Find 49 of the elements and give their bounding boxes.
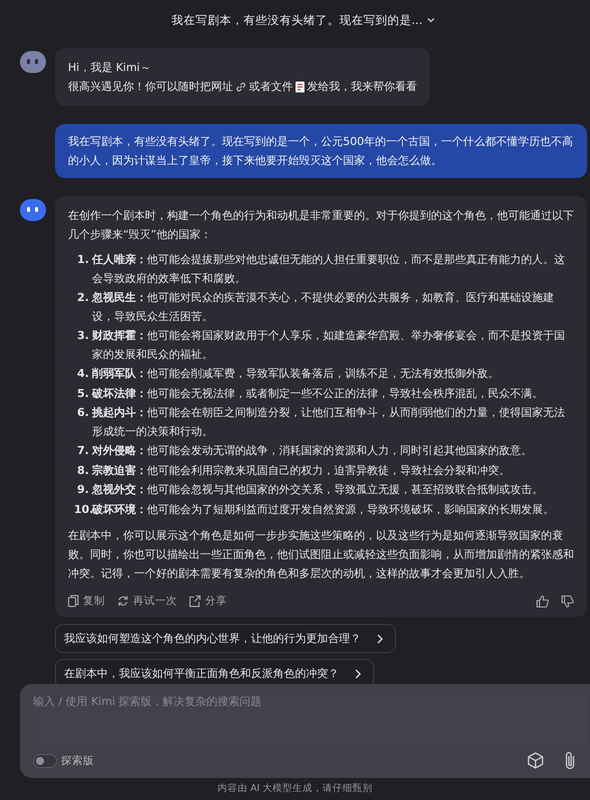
step-text: 忽视民生：他可能对民众的疾苦漠不关心，不提供必要的公共服务，如教育、医疗和基础设施建设，导致民众生活困苦。 [92,290,555,324]
user-message: 我在写剧本，有些没有头绪了。现在写到的是一个，公元500年的一个古国，一个什么都不懂学历也不高的小人，因为计谋当上了皇帝，接下来他要开始毁灭这个国家，他会怎么做。 [55,124,587,178]
action-button[interactable]: 复制 [68,594,105,608]
step-number: 3. [76,328,89,344]
step-text: 削弱军队：他可能会削减军费，导致军队装备落后，训练不足，无法有效抵御外敌。 [92,366,499,382]
document-icon [295,80,305,92]
action-button[interactable]: 再试一次 [117,594,177,608]
cube-icon[interactable] [527,752,544,769]
suggestion-chip[interactable]: 我应该如何塑造这个角色的内心世界，让他的行为更加合理？ [55,624,396,653]
share-icon [189,595,201,607]
step-text: 任人唯亲：他可能会提拔那些对他忠诚但无能的人担任重要职位，而不是那些真正有能力的人。这会导致政府的效率低下和腐败。 [92,252,566,286]
answer-text: 在创作一个剧本时，构建一个角色的行为和动机是非常重要的。对于你提到的这个角色，他可能通过以下几个步骤来“毁灭”他的国家： [68,208,574,243]
step-text: 财政挥霍：他可能会将国家财政用于个人享乐，如建造豪华宫殿、举办奢侈宴会，而不是投资于国家的发展和民众的福祉。 [92,328,566,362]
greeting-text: Hi，我是 Kimi～ [68,60,152,76]
greeting-text: 发给我，我来帮你看看 [307,79,417,95]
disclaimer-text: 内容由 AI 大模型生成，请仔细甄别 [216,782,374,795]
step-text: 破坏法律：他可能会无视法律，或者制定一些不公正的法律，导致社会秩序混乱，民众不满。 [92,386,543,402]
step-text: 对外侵略：他可能会发动无谓的战争，消耗国家的资源和人力，同时引起其他国家的敌意。 [92,443,532,459]
thumbs-down-icon[interactable] [561,594,574,608]
step-text: 破坏环境：他可能会为了短期利益而过度开发自然资源，导致环境破坏，影响国家的长期发展。 [92,502,554,518]
conversation-title[interactable]: 我在写剧本，有些没有头绪了。现在写到的是... [172,12,422,28]
step-number: 6. [76,405,89,421]
step-text: 忽视外交：他可能会忽视与其他国家的外交关系，导致孤立无援，甚至招致联合抵制或攻击。 [92,482,543,498]
step-number: 4. [76,366,89,382]
chevron-down-icon[interactable] [427,17,436,23]
retry-icon [117,595,129,607]
step-text: 宗教迫害：他可能会利用宗教来巩固自己的权力，迫害异教徒，导致社会分裂和冲突。 [92,462,510,478]
action-button[interactable]: 分享 [189,594,227,608]
paperclip-icon[interactable] [564,751,576,770]
explore-toggle[interactable] [33,754,57,768]
copy-icon [68,595,79,607]
step-number: 7. [76,443,89,459]
explore-label: 探索版 [61,754,94,768]
link-icon [235,80,247,92]
greeting-text: 很高兴遇见你！你可以随时把网址 [68,79,233,95]
bot-avatar-icon [20,199,46,221]
step-number: 8. [76,462,89,478]
step-number: 5. [76,386,89,402]
chevron-right-icon [377,634,383,644]
step-text: 挑起内斗：他可能会在朝臣之间制造分裂，让他们互相争斗，从而削弱他们的力量，使得国家无法形成统一的决策和行动。 [92,405,566,440]
step-number: 2. [76,290,89,306]
answer-text: 在剧本中，你可以展示这个角色是如何一步步实施这些策略的，以及这些行为是如何逐渐导致国家的衰败。同时，你也可以描绘出一些正面角色，他们试图阻止或减轻这些负面影响，从而增加剧情的紧张感和冲突。记得，一个好的剧本需要有复杂的角色和多层次的动机，这样的故事才会更加引人入胜。 [68,528,574,582]
thumbs-up-icon[interactable] [536,594,549,608]
message-composer[interactable]: 输入 / 使用 Kimi 探索版，解决复杂的搜索问题 探索版 [20,684,590,778]
chevron-right-icon [355,668,361,678]
greeting-text: 或者文件 [249,79,293,95]
step-number: 1. [76,252,89,268]
bot-avatar-icon [20,51,46,73]
step-number: 9. [76,482,89,498]
